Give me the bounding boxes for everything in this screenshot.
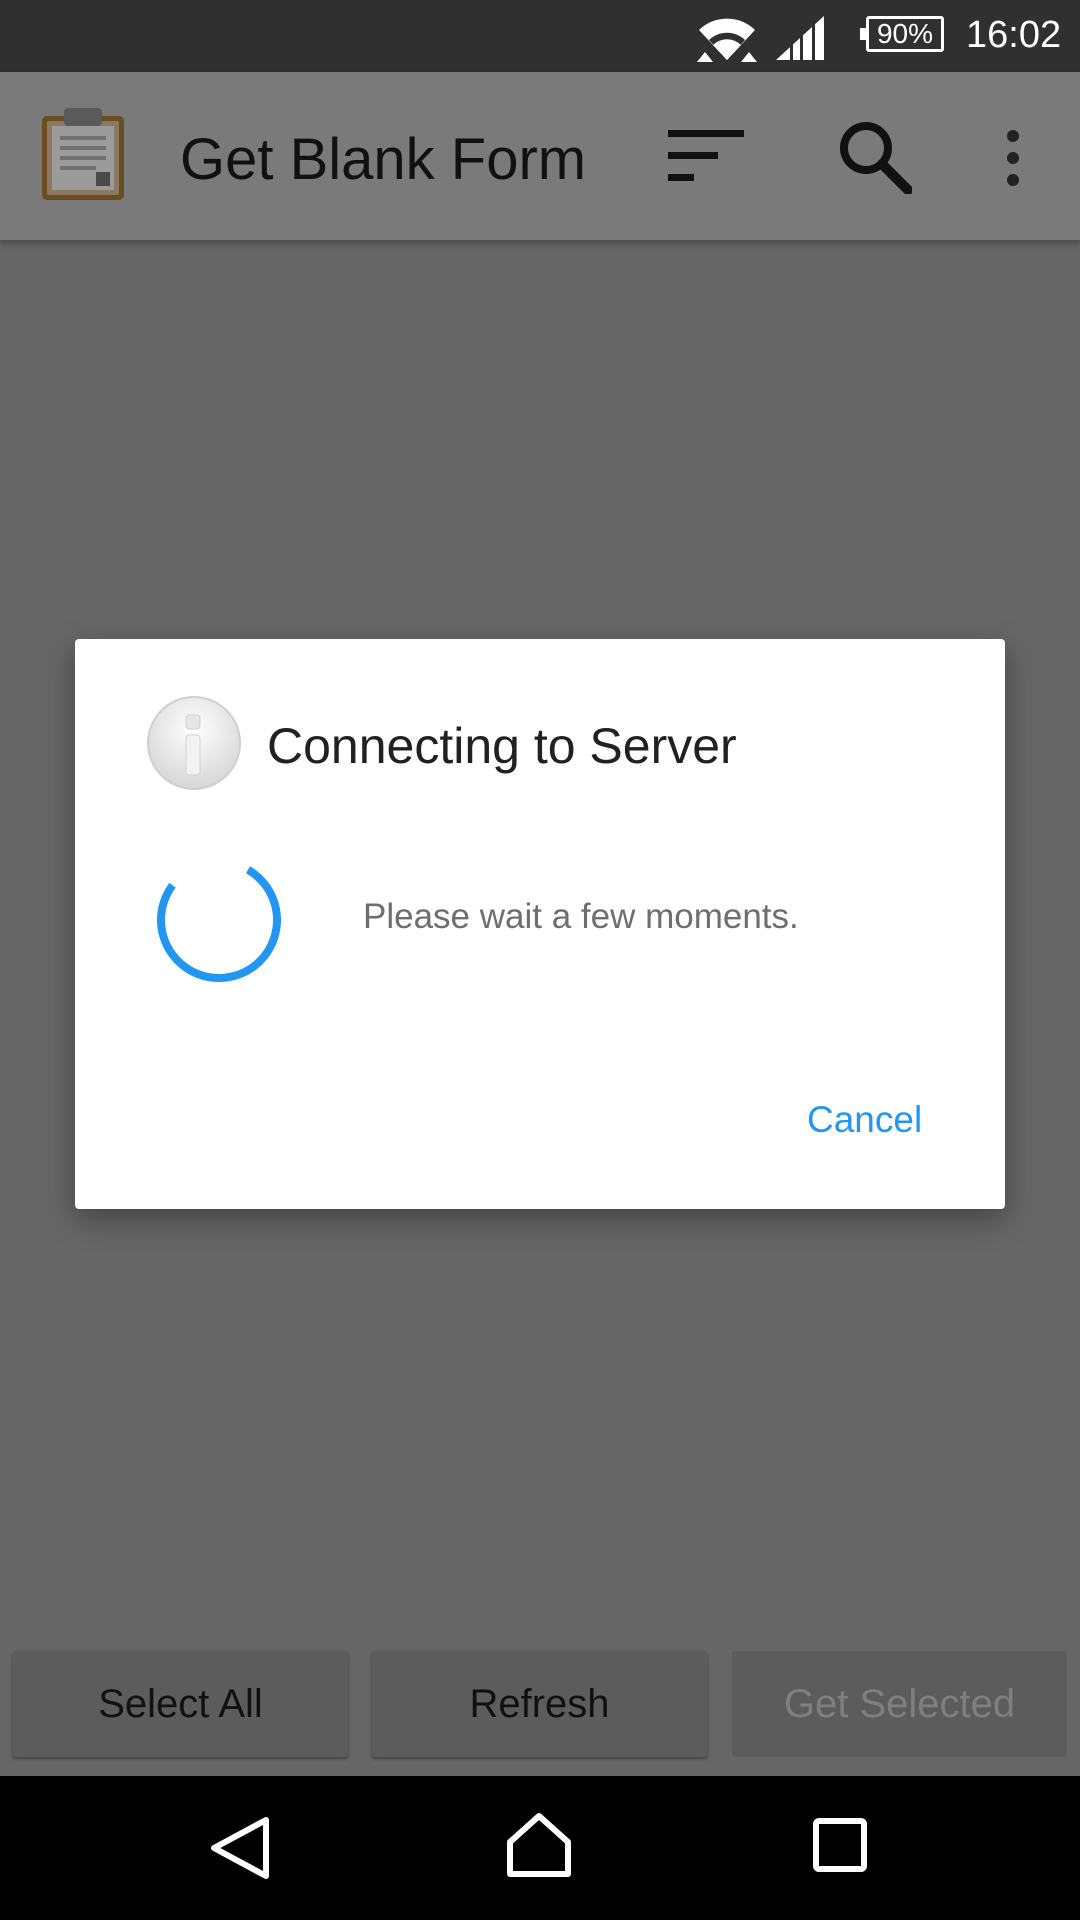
status-time: 16:02: [966, 14, 1062, 56]
progress-spinner: [157, 858, 281, 982]
cell-signal-icon: [776, 16, 824, 60]
battery-level: 90%: [876, 18, 934, 49]
info-icon: [147, 696, 241, 790]
dialog-message: Please wait a few moments.: [363, 897, 799, 936]
navigation-bar: [0, 1776, 1080, 1920]
battery-icon: 90%: [860, 16, 944, 52]
sort-icon[interactable]: [668, 130, 744, 184]
search-icon[interactable]: [838, 120, 912, 194]
action-bar: Get Blank Form: [0, 72, 1080, 240]
get-selected-button[interactable]: Get Selected: [732, 1651, 1067, 1757]
dialog-title: Connecting to Server: [267, 718, 737, 774]
select-all-button[interactable]: Select All: [13, 1651, 348, 1757]
back-icon[interactable]: [208, 1816, 272, 1880]
page-title: Get Blank Form: [180, 127, 587, 192]
clipboard-icon: [42, 108, 124, 200]
cancel-button[interactable]: Cancel: [807, 1099, 922, 1141]
status-bar: 90% 16:02: [0, 0, 1080, 72]
progress-dialog: Connecting to Server Please wait a few m…: [75, 639, 1005, 1209]
recent-apps-icon[interactable]: [813, 1818, 867, 1872]
home-icon[interactable]: [506, 1812, 572, 1878]
overflow-menu-icon[interactable]: [998, 128, 1028, 188]
refresh-button[interactable]: Refresh: [372, 1651, 707, 1757]
wifi-icon: [697, 18, 757, 62]
